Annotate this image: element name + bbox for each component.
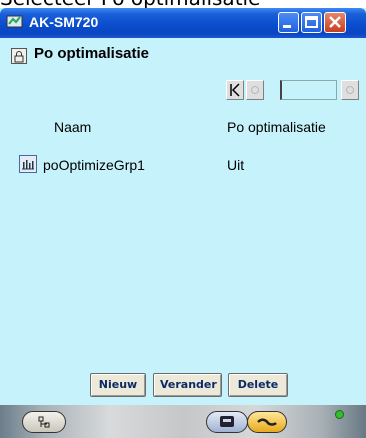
screen-glyph-icon (220, 416, 234, 427)
gauge-glyph-icon (257, 418, 277, 426)
delete-button[interactable]: Delete (228, 373, 288, 397)
close-icon (329, 16, 341, 28)
caption-strip: Selecteer Po optimalisatie (0, 0, 366, 8)
row-value: Uit (227, 157, 245, 173)
title-bar: AK-SM720 (0, 8, 366, 38)
network-glyph-icon (38, 416, 50, 428)
edit-button[interactable]: Verander (153, 373, 222, 397)
page-header: Po optimalisatie (0, 38, 366, 72)
next-page-icon (346, 86, 354, 94)
bar-chart-glyph-icon (22, 160, 34, 170)
maximize-button[interactable] (301, 12, 322, 33)
network-icon[interactable] (22, 411, 66, 433)
chart-icon[interactable] (19, 155, 37, 173)
pager (226, 80, 363, 100)
page-title: Po optimalisatie (34, 45, 150, 62)
app-window: AK-SM720 Po optimalisatie Naam Po optima… (0, 8, 366, 438)
prev-page-icon (251, 86, 259, 94)
prev-page-button[interactable] (246, 80, 264, 100)
new-button[interactable]: Nieuw (90, 373, 146, 397)
lock-icon[interactable] (11, 48, 27, 64)
window-title: AK-SM720 (29, 14, 99, 30)
table-row[interactable]: poOptimizeGrp1 Uit (0, 151, 366, 179)
status-led-icon (335, 410, 344, 419)
app-icon (6, 15, 23, 28)
next-page-button[interactable] (341, 80, 359, 100)
first-page-icon (230, 83, 240, 97)
column-header-name: Naam (54, 119, 92, 135)
minimize-button[interactable] (278, 12, 299, 33)
column-header-po-optimalisatie: Po optimalisatie (227, 119, 326, 135)
minimize-icon (283, 25, 291, 28)
bottom-toolbar (0, 405, 366, 438)
page-number-field[interactable] (280, 80, 337, 100)
padlock-glyph-icon (14, 51, 24, 63)
row-name: poOptimizeGrp1 (43, 157, 145, 173)
close-button[interactable] (324, 12, 346, 33)
gauge-icon[interactable] (247, 411, 287, 433)
first-page-button[interactable] (226, 80, 244, 100)
maximize-icon (305, 16, 318, 28)
screen-icon[interactable] (206, 411, 248, 433)
caption-text: Selecteer Po optimalisatie (0, 0, 260, 8)
